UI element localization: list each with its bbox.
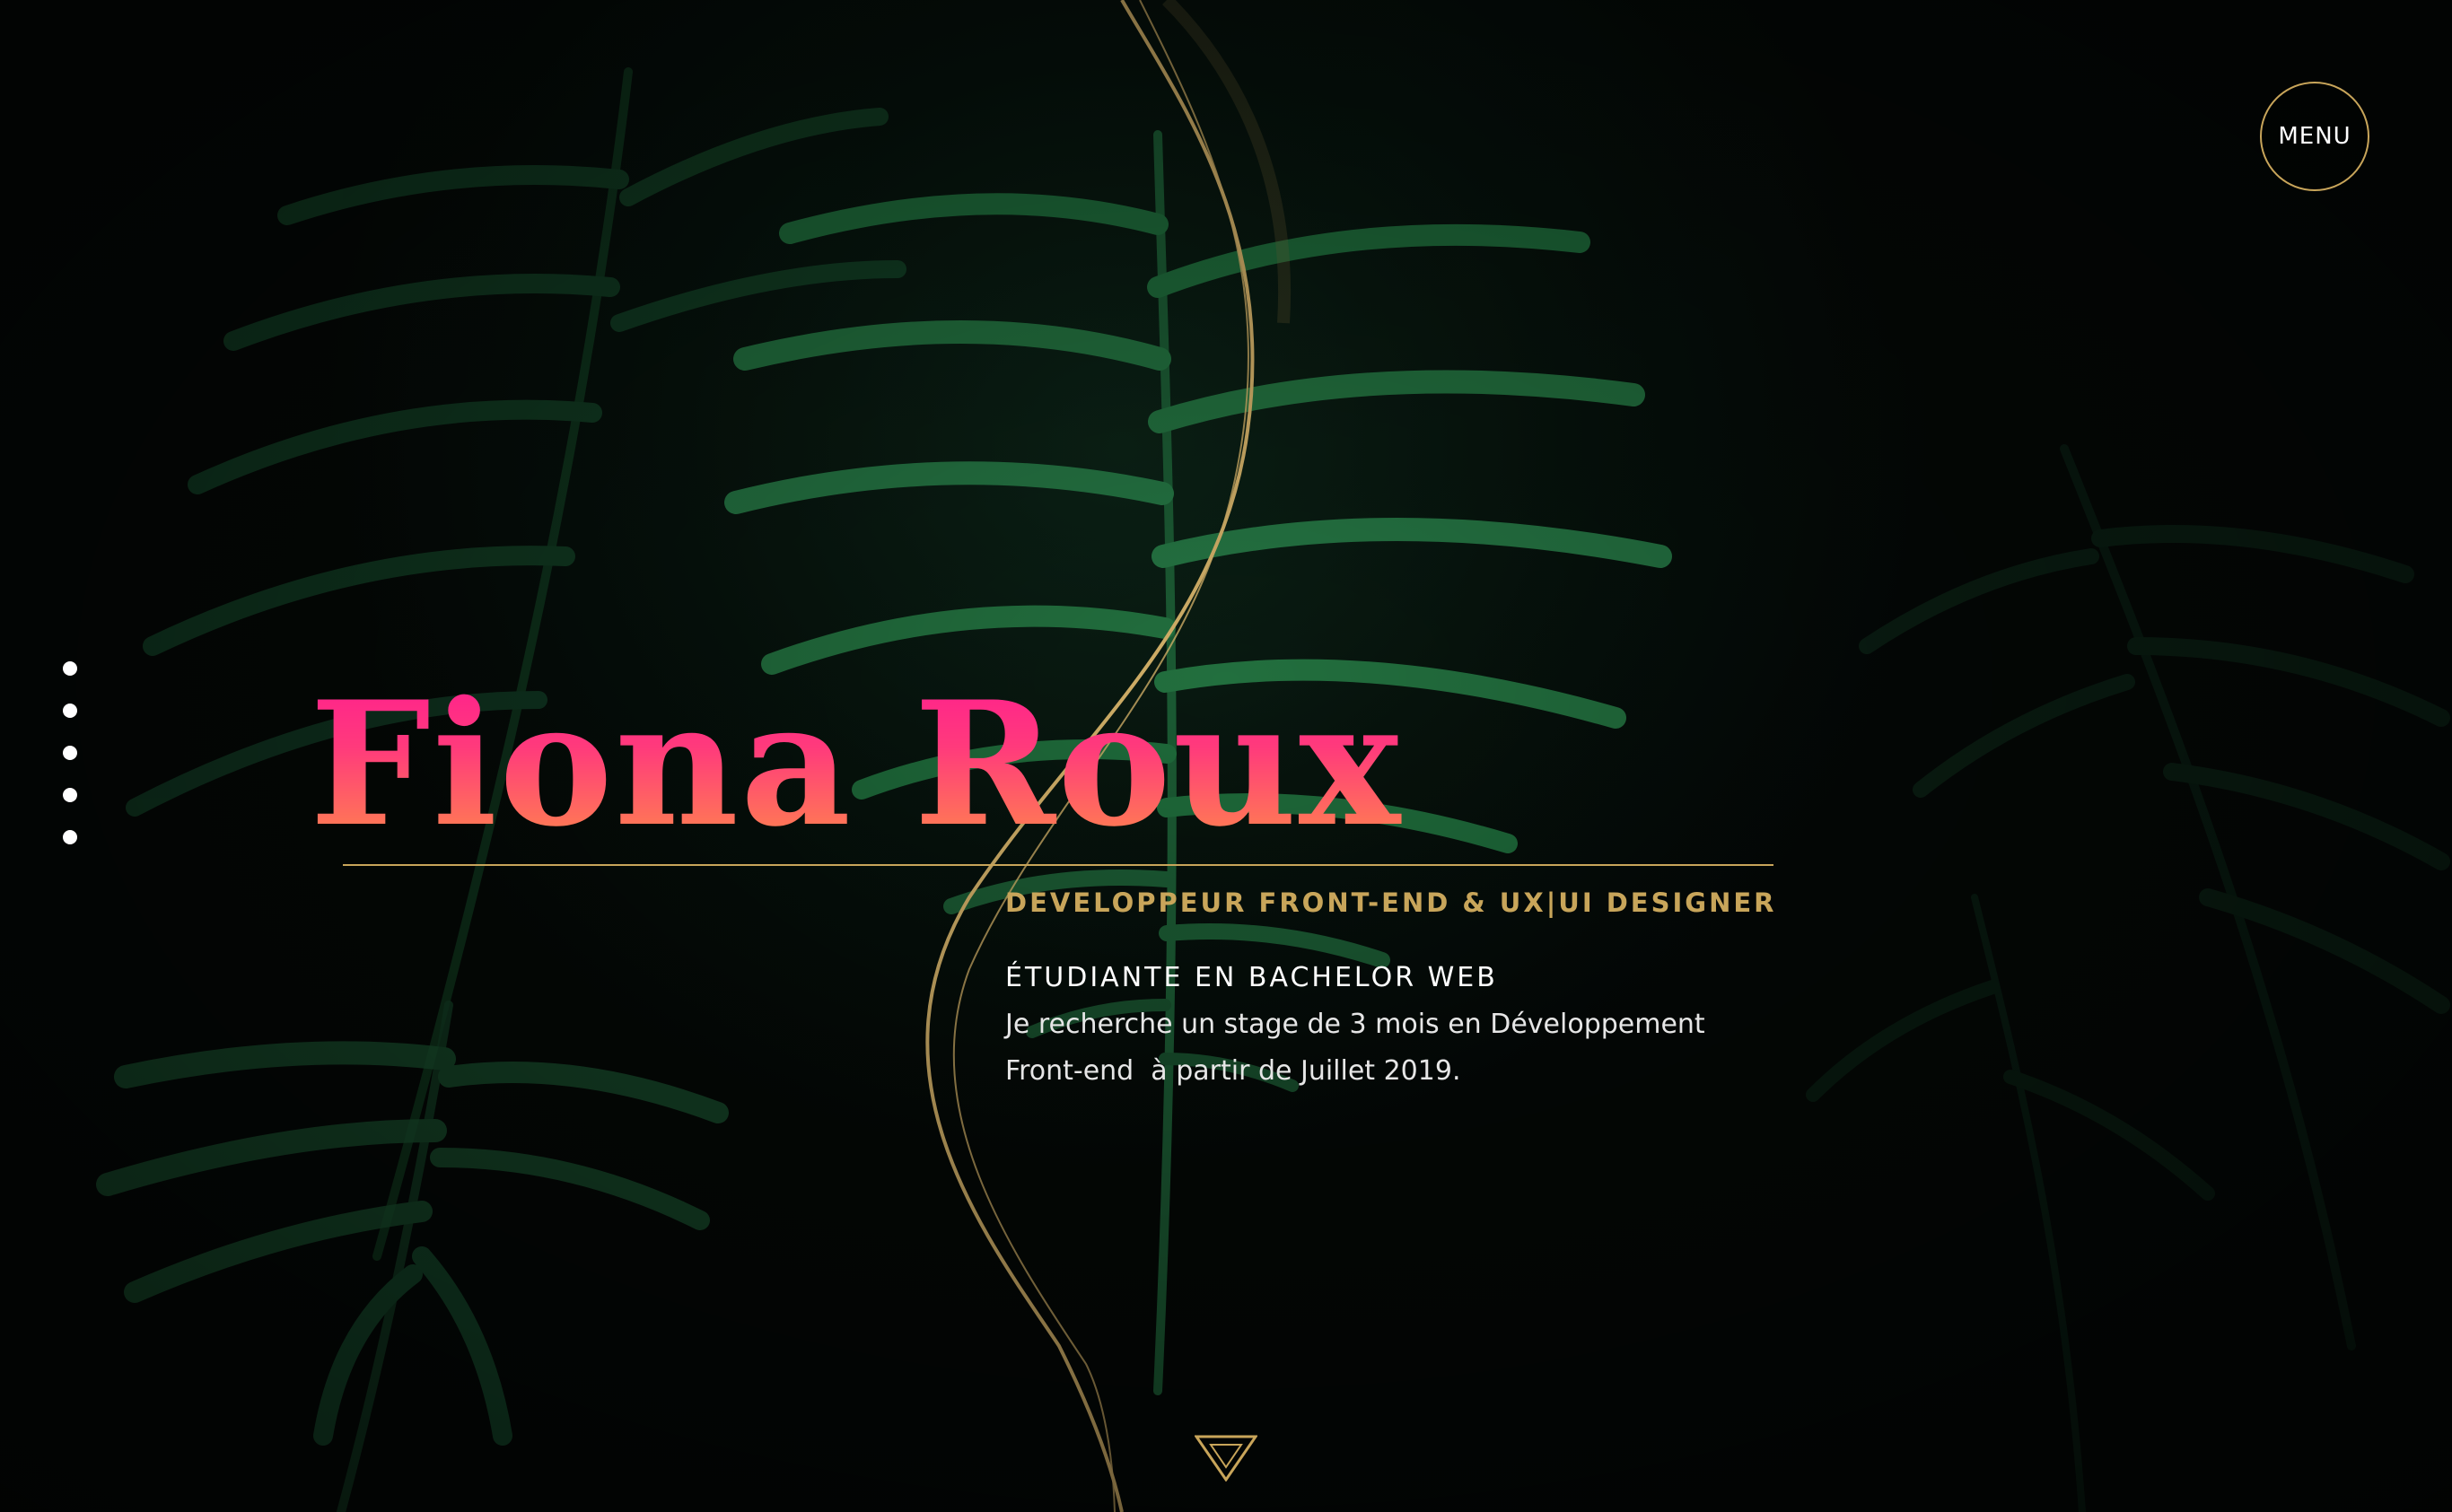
intro-line-2: Front-end à partir de Juillet 2019. [1005,1055,1461,1087]
study-title: ÉTUDIANTE EN BACHELOR WEB [1005,962,1498,993]
nav-dot-section-5[interactable] [63,830,77,844]
hero-section: MENU Fiona Roux DEVELOPPEUR FRONT-END & … [0,0,2452,1512]
intro-line-1: Je recherche un stage de 3 mois en Dével… [1005,1009,1705,1040]
nav-dot-section-2[interactable] [63,704,77,718]
section-dot-navigation [63,661,81,844]
nav-dot-section-3[interactable] [63,746,77,760]
intro-text: Je recherche un stage de 3 mois en Dével… [1005,1001,1831,1095]
gold-divider [343,864,1773,866]
nav-dot-section-1[interactable] [63,661,77,676]
name-heading: Fiona Roux [310,664,1403,864]
nav-dot-section-4[interactable] [63,788,77,802]
job-title: DEVELOPPEUR FRONT-END & UX|UI DESIGNER [1005,887,1777,918]
menu-label: MENU [2278,123,2351,150]
triangle-down-icon[interactable] [1195,1435,1257,1481]
menu-button[interactable]: MENU [2260,82,2369,191]
